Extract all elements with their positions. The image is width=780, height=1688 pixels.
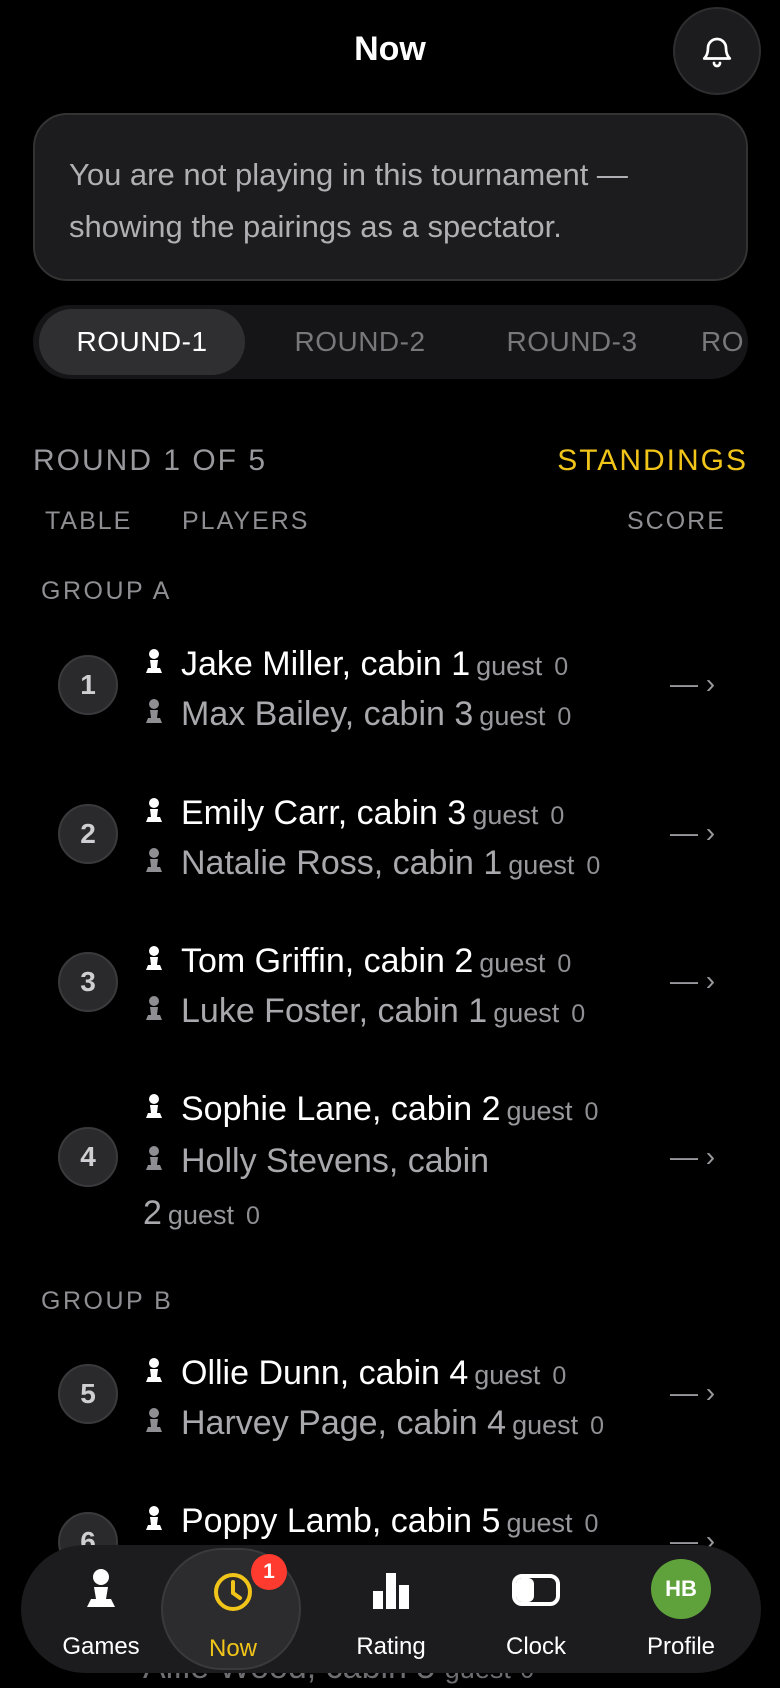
nav-clock[interactable]: Clock (466, 1545, 606, 1673)
score-value: — › (670, 1141, 716, 1172)
page-title: Now (354, 30, 426, 68)
bottom-nav: Games 1 Now Rating Clock HB Profile (21, 1545, 761, 1673)
white-pawn-icon (143, 1350, 167, 1400)
tab-round-3[interactable]: ROUND-3 (487, 309, 657, 375)
score-value: — › (670, 817, 716, 848)
nav-profile[interactable]: HB Profile (611, 1545, 751, 1673)
nav-games[interactable]: Games (31, 1545, 171, 1673)
table-number: 5 (58, 1364, 118, 1424)
pairing-row[interactable]: 1 Jake Miller, cabin 1 guest 0 Max Bailey,… (0, 630, 780, 750)
black-player: Luke Foster, cabin 1 guest 0 (143, 986, 663, 1039)
table-number: 2 (58, 804, 118, 864)
table-number: 4 (58, 1127, 118, 1187)
chevron-right-icon: › (705, 668, 716, 699)
white-pawn-icon (143, 790, 167, 840)
white-player: Tom Griffin, cabin 2 guest 0 (143, 936, 663, 989)
black-pawn-icon (143, 840, 167, 890)
avatar: HB (651, 1559, 711, 1619)
black-player: Natalie Ross, cabin 1 guest 0 (143, 838, 663, 891)
white-player: Sophie Lane, cabin 2 guest 0 (143, 1084, 663, 1137)
white-player: Ollie Dunn, cabin 4 guest 0 (143, 1348, 663, 1401)
white-player: Emily Carr, cabin 3 guest 0 (143, 788, 663, 841)
column-header-table: TABLE (45, 507, 133, 535)
column-header-players: PLAYERS (182, 507, 310, 535)
bell-icon (702, 37, 732, 68)
pawn-icon (87, 1569, 115, 1607)
bar-chart-icon (373, 1573, 409, 1609)
spectator-notice: You are not playing in this tournament —… (33, 113, 748, 281)
pairing-row[interactable]: 5 Ollie Dunn, cabin 4 guest 0 Harvey Page,… (0, 1339, 780, 1459)
black-pawn-icon (143, 691, 167, 741)
table-number: 1 (58, 655, 118, 715)
pairing-row[interactable]: 4 Sophie Lane, cabin 2 guest 0 Holly Steve… (0, 1075, 780, 1245)
tab-round-2[interactable]: ROUND-2 (275, 309, 445, 375)
black-player: Holly Stevens, cabin 2 guest 0 (143, 1136, 513, 1241)
chevron-right-icon: › (705, 817, 716, 848)
black-pawn-icon (143, 988, 167, 1038)
white-player: Jake Miller, cabin 1 guest 0 (143, 639, 663, 692)
black-pawn-icon (143, 1138, 167, 1188)
round-tabs: ROUND-1 ROUND-2 ROUND-3 RO (33, 305, 748, 379)
standings-link[interactable]: STANDINGS (557, 444, 748, 478)
black-pawn-icon (143, 1400, 167, 1450)
white-pawn-icon (143, 641, 167, 691)
black-player: Harvey Page, cabin 4 guest 0 (143, 1398, 663, 1451)
tab-round-1[interactable]: ROUND-1 (39, 309, 245, 375)
header: Now (0, 0, 780, 104)
group-label: GROUP B (41, 1287, 174, 1315)
white-pawn-icon (143, 938, 167, 988)
white-pawn-icon (143, 1498, 167, 1548)
black-player: Max Bailey, cabin 3 guest 0 (143, 689, 663, 742)
score-value: — › (670, 965, 716, 996)
chevron-right-icon: › (705, 965, 716, 996)
score-value: — › (670, 1377, 716, 1408)
tab-round-4[interactable]: RO (701, 309, 748, 375)
nav-rating[interactable]: Rating (321, 1545, 461, 1673)
chess-clock-icon (512, 1574, 560, 1606)
table-number: 3 (58, 952, 118, 1012)
notification-badge: 1 (251, 1554, 287, 1590)
column-header-score: SCORE (627, 507, 726, 535)
chevron-right-icon: › (705, 1141, 716, 1172)
pairing-row[interactable]: 2 Emily Carr, cabin 3 guest 0 Natalie Ross… (0, 779, 780, 899)
nav-now[interactable]: 1 Now (161, 1548, 301, 1670)
white-player: Poppy Lamb, cabin 5 guest 0 (143, 1496, 663, 1549)
chevron-right-icon: › (705, 1377, 716, 1408)
pairing-row[interactable]: 3 Tom Griffin, cabin 2 guest 0 Luke Foster… (0, 927, 780, 1047)
round-info: ROUND 1 OF 5 (33, 444, 268, 477)
score-value: — › (670, 668, 716, 699)
white-pawn-icon (143, 1086, 167, 1136)
notifications-button[interactable] (673, 7, 761, 95)
group-label: GROUP A (41, 577, 172, 605)
